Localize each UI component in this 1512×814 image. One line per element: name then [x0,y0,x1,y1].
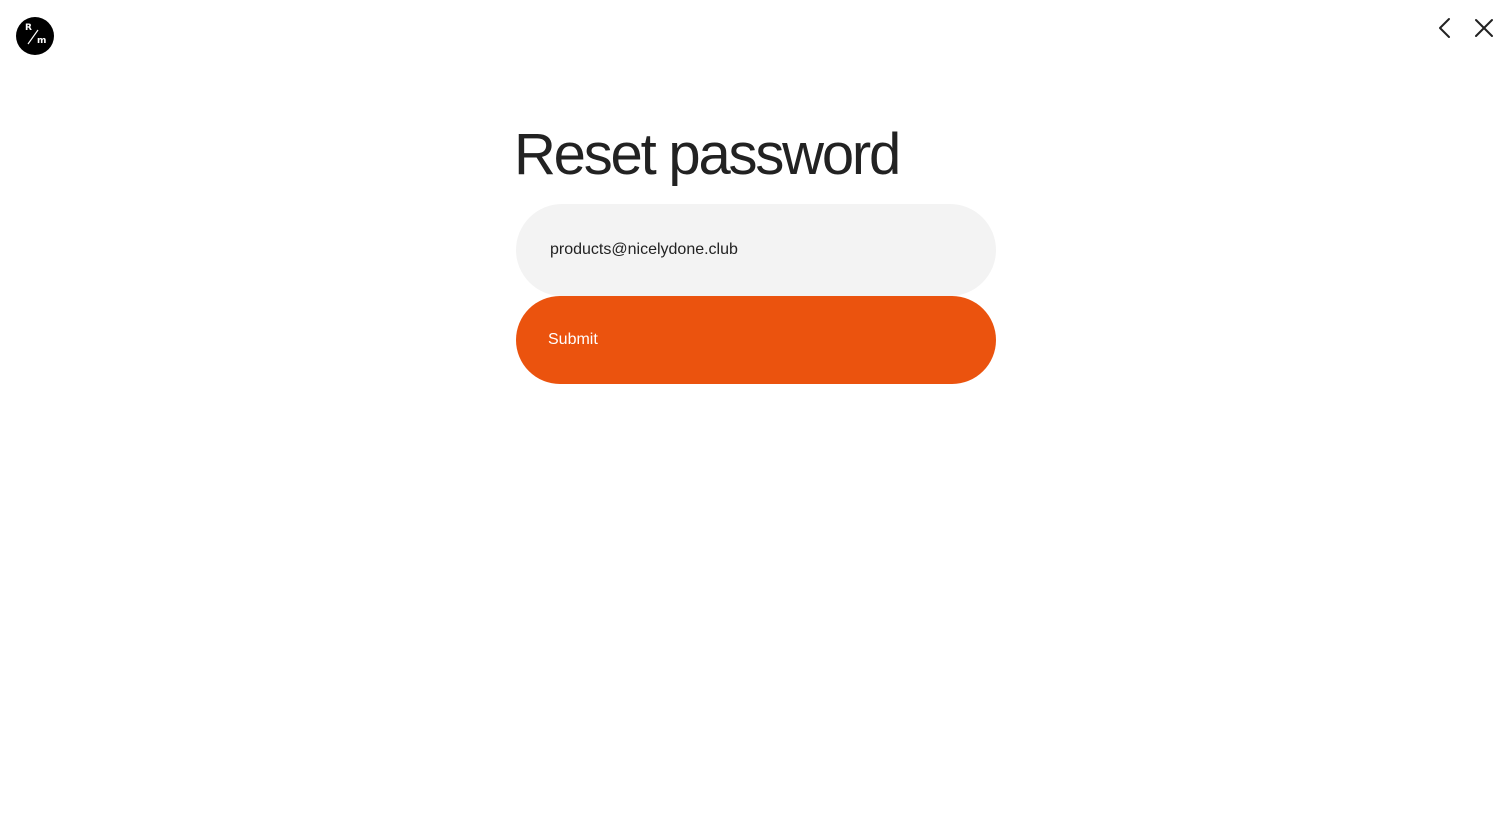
reset-password-page: R m Reset password Submit [0,0,1512,814]
submit-button[interactable]: Submit [516,296,996,384]
email-field[interactable] [516,204,996,296]
logo-slash [27,29,39,45]
brand-logo[interactable]: R m [16,17,54,55]
logo-letter-bottom: m [37,36,47,46]
page-title: Reset password [514,122,901,187]
reset-password-form: Reset password Submit [514,122,996,384]
back-button[interactable] [1433,16,1457,40]
close-icon [1475,19,1493,37]
close-button[interactable] [1472,16,1496,40]
chevron-left-icon [1439,18,1450,38]
